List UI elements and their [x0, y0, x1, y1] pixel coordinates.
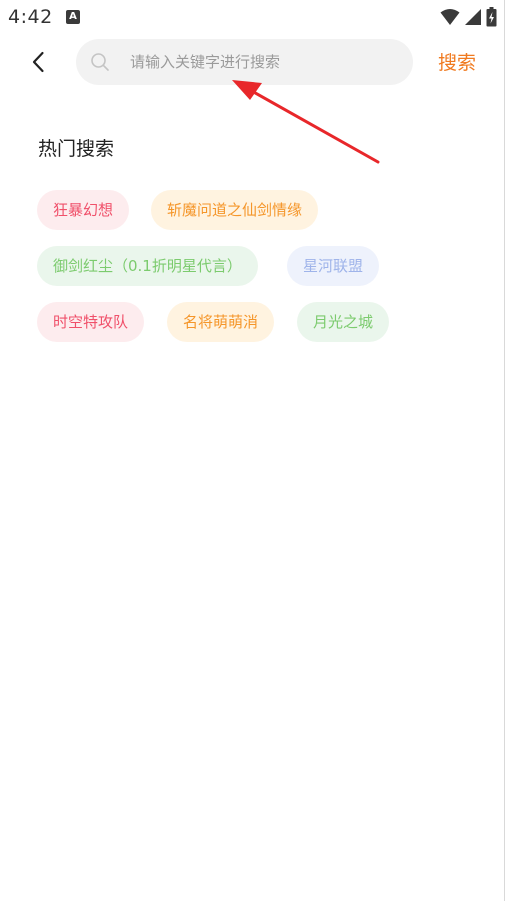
app-screen: 4:42 A 请输入关键字进行搜索 搜索 热门搜索 狂暴幻想 斩魔问道之仙剑情缘…: [0, 0, 507, 901]
hot-search-tag[interactable]: 斩魔问道之仙剑情缘: [151, 190, 319, 230]
hot-search-title: 热门搜索: [38, 138, 115, 160]
status-bar: 4:42 A: [0, 0, 507, 34]
battery-icon: [486, 7, 497, 27]
hot-search-tag[interactable]: 御剑红尘（0.1折明星代言）: [37, 246, 258, 286]
search-header: 搜索: [0, 38, 507, 86]
chevron-left-icon: [32, 51, 44, 73]
status-time: 4:42: [8, 6, 53, 28]
back-button[interactable]: [24, 48, 52, 76]
cell-signal-icon: [465, 9, 481, 25]
hot-search-tag[interactable]: 时空特攻队: [37, 302, 145, 342]
search-icon: [91, 53, 109, 71]
hot-search-tag[interactable]: 月光之城: [297, 302, 390, 342]
right-edge-divider: [504, 0, 505, 901]
status-icons: [440, 7, 497, 27]
hot-search-tag[interactable]: 星河联盟: [287, 246, 380, 286]
search-input[interactable]: [130, 47, 400, 77]
search-button[interactable]: 搜索: [438, 48, 476, 75]
search-box[interactable]: [76, 39, 413, 85]
hot-search-tag[interactable]: 名将萌萌消: [167, 302, 275, 342]
wifi-icon: [440, 9, 460, 25]
notification-a-icon: A: [66, 10, 80, 24]
hot-search-tag[interactable]: 狂暴幻想: [37, 190, 130, 230]
